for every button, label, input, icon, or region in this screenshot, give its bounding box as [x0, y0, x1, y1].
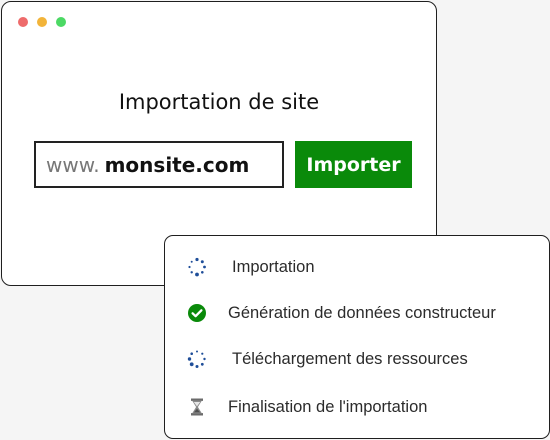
- url-prefix: www.: [46, 152, 100, 177]
- spinner-icon: [187, 349, 207, 369]
- import-site-illustration: Importation de site www. monsite.com Imp…: [0, 0, 550, 440]
- url-value: monsite.com: [104, 152, 250, 177]
- hourglass-icon: [187, 397, 207, 417]
- import-progress-panel: Importation Génération de données constr…: [164, 235, 550, 439]
- import-button[interactable]: Importer: [295, 141, 412, 188]
- step-label: Téléchargement des ressources: [232, 349, 468, 368]
- spinner-icon: [187, 257, 207, 277]
- step-label: Génération de données constructeur: [228, 303, 496, 322]
- step-finalisation: Finalisation de l'importation: [165, 392, 549, 422]
- step-generation: Génération de données constructeur: [165, 298, 549, 328]
- maximize-dot[interactable]: [56, 17, 66, 27]
- minimize-dot[interactable]: [37, 17, 47, 27]
- window-controls: [18, 17, 66, 27]
- step-telechargement: Téléchargement des ressources: [165, 344, 549, 374]
- page-title: Importation de site: [118, 90, 320, 114]
- step-importation: Importation: [165, 252, 549, 282]
- check-circle-icon: [187, 303, 207, 323]
- close-dot[interactable]: [18, 17, 28, 27]
- site-url-input[interactable]: www. monsite.com: [34, 141, 284, 188]
- step-label: Finalisation de l'importation: [228, 397, 428, 416]
- step-label: Importation: [232, 257, 315, 276]
